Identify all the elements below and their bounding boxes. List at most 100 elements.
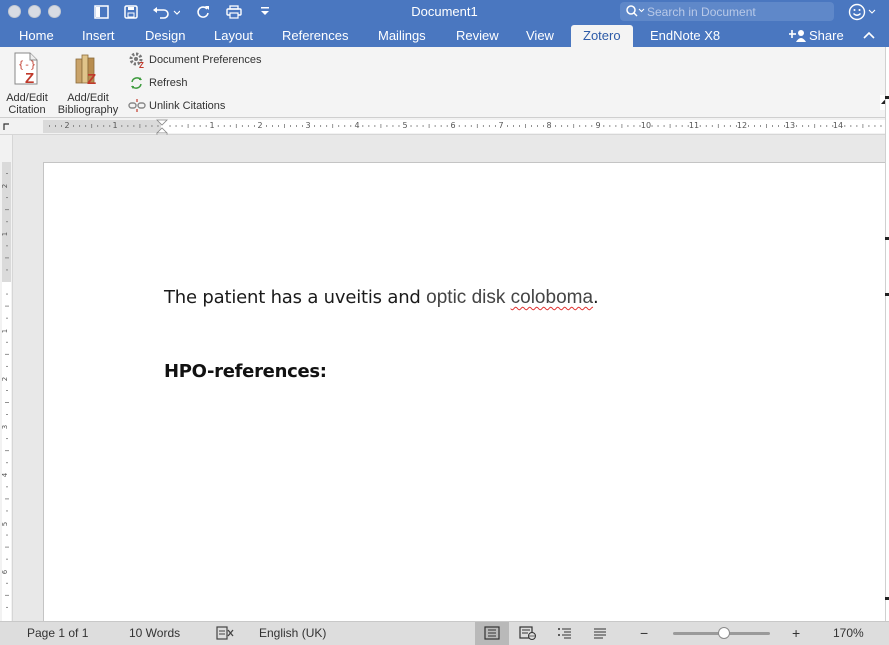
unlink-icon — [128, 97, 146, 115]
status-bar: Page 1 of 1 10 Words English (UK) − + 17… — [0, 621, 889, 645]
svg-text:Z: Z — [87, 71, 96, 87]
vruler-label: 1 — [1, 329, 9, 333]
ribbon-tab-bar: Home Insert Design Layout References Mai… — [0, 25, 889, 47]
zoom-slider-thumb[interactable] — [718, 627, 731, 639]
minimize-window-button[interactable] — [28, 5, 41, 18]
tab-review[interactable]: Review — [456, 25, 499, 47]
vertical-ruler[interactable]: 2 1 1 2 3 4 5 6 — [0, 135, 13, 621]
ruler-label: 1 — [209, 121, 214, 130]
svg-text:Z: Z — [25, 70, 34, 87]
vruler-label: 1 — [1, 232, 9, 236]
unlink-citations-button[interactable]: Unlink Citations — [128, 97, 225, 115]
body-paragraph[interactable]: The patient has a uveitis and optic disk… — [164, 287, 599, 309]
vruler-label: 3 — [1, 425, 9, 429]
zoom-window-button[interactable] — [48, 5, 61, 18]
outline-view-button[interactable] — [548, 622, 582, 645]
refresh-button[interactable]: Refresh — [128, 74, 188, 92]
scroll-marker — [885, 237, 889, 240]
citation-text: optic disk — [426, 287, 511, 308]
word-window: Document1 Home Insert Design Layout Refe… — [0, 0, 889, 645]
web-layout-view-button[interactable] — [511, 622, 545, 645]
tab-references[interactable]: References — [282, 25, 348, 47]
citation-field[interactable]: optic disk coloboma — [426, 287, 593, 308]
zoom-in-button[interactable]: + — [792, 622, 800, 645]
draft-icon — [594, 628, 606, 639]
document-page[interactable]: The patient has a uveitis and optic disk… — [43, 162, 889, 622]
add-edit-bibliography-line2: Bibliography — [57, 104, 119, 116]
vruler-label: 2 — [1, 377, 9, 381]
collapse-ribbon-icon[interactable] — [862, 29, 876, 48]
scroll-marker — [885, 96, 889, 99]
save-icon[interactable] — [121, 2, 141, 22]
print-icon[interactable] — [224, 2, 244, 22]
document-preferences-label: Document Preferences — [149, 54, 262, 66]
paragraph-punctuation: . — [593, 287, 599, 308]
add-edit-bibliography-line1: Add/Edit — [67, 92, 109, 104]
add-edit-citation-line2: Citation — [8, 104, 46, 116]
tab-layout[interactable]: Layout — [214, 25, 253, 47]
vertical-scrollbar[interactable] — [885, 47, 889, 621]
tab-zotero[interactable]: Zotero — [571, 25, 633, 47]
tab-home[interactable]: Home — [19, 25, 54, 47]
add-edit-bibliography-button[interactable]: Z Add/Edit Bibliography — [55, 51, 121, 116]
horizontal-ruler[interactable]: 2 1 1 2 3 4 5 6 7 8 9 10 11 12 13 14 — [0, 118, 889, 135]
language-indicator[interactable]: English (UK) — [259, 622, 326, 645]
unlink-citations-label: Unlink Citations — [149, 100, 226, 112]
close-window-button[interactable] — [8, 5, 21, 18]
search-input[interactable] — [647, 3, 827, 20]
tab-view[interactable]: View — [526, 25, 554, 47]
ruler-label: 7 — [498, 121, 503, 130]
ruler-label: 14 — [833, 121, 843, 130]
ruler-label: 2 — [64, 121, 69, 130]
ruler-graphic: 2 1 1 2 3 4 5 6 7 8 9 10 11 12 13 14 — [43, 119, 889, 135]
tab-design[interactable]: Design — [145, 25, 185, 47]
print-layout-icon — [484, 626, 500, 640]
zotero-bibliography-icon: Z — [55, 51, 121, 90]
ruler-label: 8 — [546, 121, 551, 130]
document-canvas: 2 1 1 2 3 4 5 6 The patient has a uveiti… — [0, 135, 889, 622]
ruler-label: 1 — [112, 121, 117, 130]
ruler-label: 11 — [689, 121, 699, 130]
vruler-label: 6 — [1, 569, 9, 574]
sidebar-icon[interactable] — [91, 2, 111, 22]
misspelled-word[interactable]: coloboma — [511, 287, 593, 308]
ruler-label: 4 — [354, 121, 359, 130]
vruler-label: 4 — [1, 472, 9, 477]
draft-view-button[interactable] — [583, 622, 617, 645]
tab-insert[interactable]: Insert — [82, 25, 115, 47]
redo-icon[interactable] — [193, 2, 213, 22]
ruler-label: 13 — [785, 121, 795, 130]
add-edit-citation-line1: Add/Edit — [6, 92, 48, 104]
hpo-references-heading[interactable]: HPO-references: — [164, 361, 327, 382]
web-layout-icon — [519, 626, 536, 640]
add-person-icon — [788, 30, 806, 42]
svg-text:Z: Z — [139, 61, 144, 69]
zoom-percentage[interactable]: 170% — [833, 622, 864, 645]
outline-icon — [558, 628, 571, 639]
scroll-marker — [885, 597, 889, 600]
ruler-label: 2 — [257, 121, 262, 130]
vruler-label: 5 — [1, 522, 9, 526]
search-box[interactable] — [620, 2, 834, 21]
tab-mailings[interactable]: Mailings — [378, 25, 426, 47]
proofing-icon[interactable] — [216, 625, 234, 645]
ruler-label: 10 — [641, 121, 651, 130]
undo-icon[interactable] — [151, 2, 181, 22]
tab-endnote[interactable]: EndNote X8 — [650, 25, 720, 47]
search-icon — [625, 4, 645, 23]
page-count[interactable]: Page 1 of 1 — [27, 622, 88, 645]
ruler-label: 3 — [305, 121, 310, 130]
scroll-marker — [885, 293, 889, 296]
smiley-feedback-icon[interactable] — [848, 2, 878, 27]
document-preferences-button[interactable]: Z Document Preferences — [128, 51, 262, 69]
refresh-label: Refresh — [149, 77, 188, 89]
customize-icon[interactable] — [255, 2, 275, 22]
share-button[interactable]: Share — [788, 25, 844, 47]
word-count[interactable]: 10 Words — [129, 622, 180, 645]
print-layout-view-button[interactable] — [475, 622, 509, 645]
refresh-icon — [128, 74, 146, 92]
share-label: Share — [809, 28, 844, 43]
zoom-out-button[interactable]: − — [640, 622, 648, 645]
add-edit-citation-button[interactable]: {-} Z Add/Edit Citation — [4, 51, 50, 116]
tab-stop-selector-icon[interactable] — [0, 118, 13, 135]
